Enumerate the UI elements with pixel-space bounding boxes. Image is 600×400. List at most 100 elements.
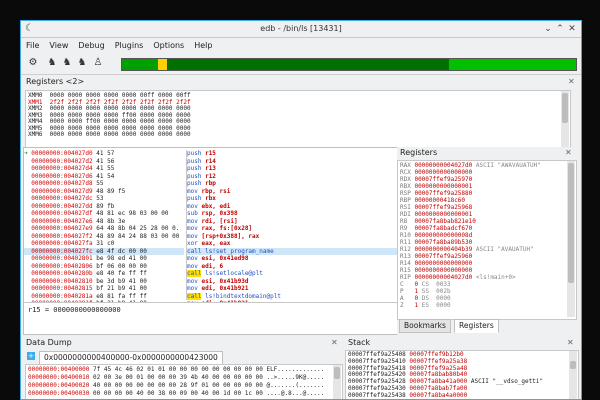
tab-registers[interactable]: Registers bbox=[454, 319, 499, 333]
data-dump-range-tab[interactable]: 0x0000000000400000-0x0000000000423000 bbox=[39, 351, 223, 365]
panel-close-icon[interactable]: ✕ bbox=[331, 338, 338, 347]
instruction-row[interactable]: mov ebx, edi bbox=[187, 203, 407, 211]
disassembly-row[interactable]: 00000000:00402801 be 98 ed 41 00 bbox=[24, 255, 184, 263]
close-icon[interactable]: ✕ bbox=[567, 24, 577, 34]
instruction-row[interactable]: mov rbp, rsi bbox=[187, 188, 407, 196]
disassembly-row[interactable]: 00000000:0040280b e8 40 fe ff ff bbox=[24, 270, 184, 278]
instruction-row[interactable]: push r13 bbox=[187, 165, 407, 173]
disassembly-row[interactable]: 00000000:004027d4 41 55 bbox=[24, 165, 184, 173]
instruction-row[interactable]: call ls!set_program_name bbox=[187, 247, 407, 255]
disassembly-row[interactable]: 00000000:004027df 48 81 ec 98 03 00 00 bbox=[24, 210, 184, 218]
register-row[interactable]: R11 00007fa8ba89b530 bbox=[400, 239, 541, 246]
menu-item-plugins[interactable]: Plugins bbox=[110, 38, 149, 53]
menu-item-view[interactable]: View bbox=[44, 38, 73, 53]
dump-row[interactable]: 00000000:00400010 02 00 3e 00 01 00 00 0… bbox=[28, 374, 324, 382]
disassembly-row[interactable]: 00000000:0040281a e8 81 fa ff ff bbox=[24, 293, 184, 301]
register-row[interactable]: RBP 00000000418c60 bbox=[400, 197, 541, 204]
disassembly-row[interactable]: 00000000:004027d9 48 89 f5 bbox=[24, 188, 184, 196]
instruction-row[interactable]: push rbx bbox=[187, 195, 407, 203]
instruction-bytes: 41 56 bbox=[96, 157, 115, 165]
instruction-row[interactable]: push r14 bbox=[187, 158, 407, 166]
disassembly-row[interactable]: 00000000:004027d2 41 56 bbox=[24, 158, 184, 166]
instruction-row[interactable]: mov rdi, [rsi] bbox=[187, 218, 407, 226]
stack-title: Stack bbox=[345, 337, 579, 349]
register-row[interactable]: RSI 00007ffef9a25968 bbox=[400, 204, 541, 211]
register-comment: ASCII "AWAVAUATUH" bbox=[475, 162, 541, 169]
register-row[interactable]: C 0 CS 0033 bbox=[400, 281, 541, 288]
disassembly-row[interactable]: 00000000:00402806 bf 06 00 00 00 bbox=[24, 263, 184, 271]
instruction-row[interactable]: xor eax, eax bbox=[187, 240, 407, 248]
register-row[interactable]: R15 0000000000000000 bbox=[400, 267, 541, 274]
panel-close-icon[interactable]: ✕ bbox=[567, 338, 574, 347]
instruction-operands: ls!setlocale@plt bbox=[205, 270, 263, 277]
disassembly-row[interactable]: 00000000:004027f2 48 89 84 24 88 03 00 0… bbox=[24, 233, 184, 241]
register-name: R14 bbox=[400, 260, 415, 267]
register-row[interactable]: RAX 00000000004027d0 ASCII "AWAVAUATUH" bbox=[400, 162, 541, 169]
step-into-icon[interactable]: ♞ bbox=[46, 57, 58, 69]
dump-address: 00000000:00400000 bbox=[28, 366, 90, 373]
menu-item-file[interactable]: File bbox=[21, 38, 44, 53]
register-row[interactable]: RSP 00007ffef9a25880 bbox=[400, 190, 541, 197]
instruction-row[interactable]: mov [rsp+0x388], rax bbox=[187, 233, 407, 241]
run-icon[interactable]: ⚙ bbox=[27, 57, 39, 69]
step-over-icon[interactable]: ♞ bbox=[61, 57, 73, 69]
register-row[interactable]: R12 0000000000404b39 ASCII "AVAUATUH" bbox=[400, 246, 541, 253]
instruction-row[interactable]: call ls!bindtextdomain@plt bbox=[187, 292, 407, 301]
disassembly-row[interactable]: 00000000:004027dc 53 bbox=[24, 195, 184, 203]
stack-scrollbar[interactable] bbox=[569, 351, 577, 399]
register-row[interactable]: RDX 00007ffef9a25970 bbox=[400, 176, 541, 183]
dump-row[interactable]: 00000000:00400000 7f 45 4c 46 02 01 01 0… bbox=[28, 366, 324, 374]
maximize-icon[interactable]: ⌃ bbox=[555, 24, 565, 34]
disassembly-row[interactable]: 00000000:004027d8 55 bbox=[24, 180, 184, 188]
panel-close-icon[interactable]: ✕ bbox=[568, 77, 575, 86]
dump-row[interactable]: 00000000:00400030 00 00 00 00 40 00 38 0… bbox=[28, 390, 324, 398]
register-row[interactable]: P 1 SS 002b bbox=[400, 288, 541, 295]
instruction-row[interactable]: push r12 bbox=[187, 173, 407, 181]
menu-item-options[interactable]: Options bbox=[148, 38, 189, 53]
tab-bookmarks[interactable]: Bookmarks bbox=[399, 319, 451, 333]
disassembly-row[interactable]: 00000000:00402815 bf 21 b9 41 00 bbox=[24, 285, 184, 293]
instruction-operands: ls!bindtextdomain@plt bbox=[205, 292, 281, 300]
registers-scrollbar[interactable] bbox=[567, 161, 575, 317]
disassembly-row[interactable]: 00000000:004027fa 31 c0 bbox=[24, 240, 184, 248]
step-out-icon[interactable]: ♞ bbox=[76, 57, 88, 69]
minimize-icon[interactable]: ⌄ bbox=[543, 24, 553, 34]
disassembly-row[interactable]: 00000000:004027dd 89 fb bbox=[24, 203, 184, 211]
register-row[interactable]: R8 00007fa8bab821e10 bbox=[400, 218, 541, 225]
register-row[interactable]: A 0 DS 0000 bbox=[400, 295, 541, 302]
disassembly-row[interactable]: 00000000:004027fc e8 4f dc 00 00 bbox=[24, 247, 184, 255]
instruction-row[interactable]: mov edi, 6 bbox=[187, 263, 407, 271]
instruction-row[interactable]: call ls!setlocale@plt bbox=[187, 270, 407, 278]
disassembly-row[interactable]: 00000000:004027e6 48 8b 3e bbox=[24, 218, 184, 226]
instruction-row[interactable]: mov esi, 0x41ed98 bbox=[187, 255, 407, 263]
register-row[interactable]: R10 000000000000008d bbox=[400, 232, 541, 239]
register-row[interactable]: R14 0000000000000000 bbox=[400, 260, 541, 267]
instruction-row[interactable]: mov edi, 0x41b921 bbox=[187, 285, 407, 293]
disassembly-row[interactable]: 00000000:00402810 be 3d b9 41 00 bbox=[24, 278, 184, 286]
register-comment: ASCII "AVAUATUH" bbox=[475, 246, 534, 253]
menu-item-help[interactable]: Help bbox=[189, 38, 217, 53]
register-row[interactable]: Z 1 ES 0000 bbox=[400, 302, 541, 309]
disassembly-row[interactable]: ➜ 00000000:004027d0 41 57 bbox=[24, 150, 184, 158]
instruction-row[interactable]: mov esi, 0x41b93d bbox=[187, 278, 407, 286]
register-row[interactable]: R9 00007fa8badcf670 bbox=[400, 225, 541, 232]
dump-row[interactable]: 00000000:00400020 40 00 00 00 00 00 00 0… bbox=[28, 382, 324, 390]
add-tab-icon[interactable]: + bbox=[27, 352, 35, 360]
instruction-row[interactable]: push r15 bbox=[187, 150, 407, 158]
register-row[interactable]: RCX 0000000000000000 bbox=[400, 169, 541, 176]
data-dump-scrollbar[interactable] bbox=[333, 365, 341, 399]
panel-close-icon[interactable]: ✕ bbox=[565, 148, 572, 157]
menu-item-debug[interactable]: Debug bbox=[73, 38, 109, 53]
disassembly-row[interactable]: 00000000:004027d6 41 54 bbox=[24, 173, 184, 181]
restart-icon[interactable]: ♙ bbox=[92, 57, 104, 69]
register-row[interactable]: RDI 0000000000000001 bbox=[400, 211, 541, 218]
instruction-row[interactable]: sub rsp, 0x398 bbox=[187, 210, 407, 218]
stack-row[interactable]: 00007ffef9a25438 00007fa8ba4a0000 bbox=[348, 392, 543, 399]
register-row[interactable]: RBX 0000000000000001 bbox=[400, 183, 541, 190]
register-row[interactable]: R13 00007ffef9a25960 bbox=[400, 253, 541, 260]
instruction-operands: esi, 0x41ed98 bbox=[201, 255, 249, 262]
disassembly-row[interactable]: 00000000:004027e9 64 48 8b 04 25 28 00 0… bbox=[24, 225, 184, 233]
register-row[interactable]: RIP 00000000004027d0 <ls!main+0> bbox=[400, 274, 541, 281]
instruction-row[interactable]: mov rax, fs:[0x28] bbox=[187, 225, 407, 233]
instruction-row[interactable]: push rbp bbox=[187, 180, 407, 188]
